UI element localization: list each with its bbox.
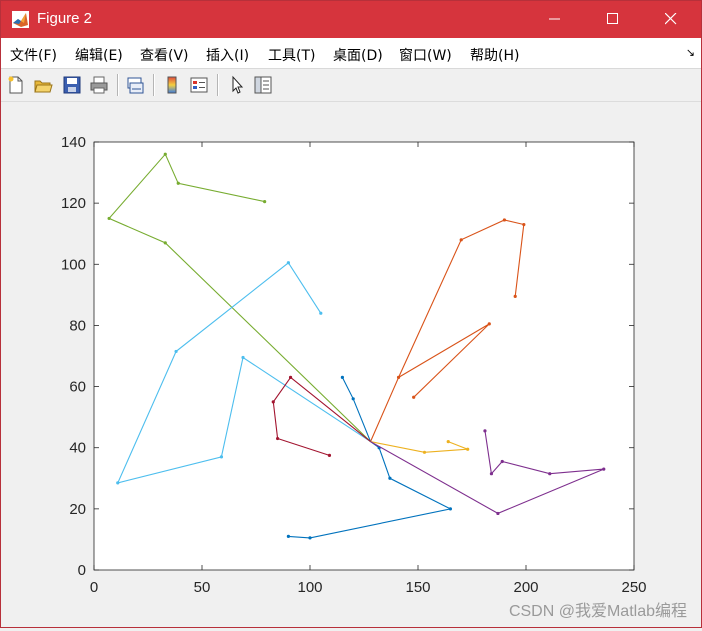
series-point (483, 429, 487, 433)
y-tick-label: 100 (61, 256, 86, 273)
figure-window: Figure 2 文件(F) 编辑(E) 查看(V) 插入(I) 工具(T) 桌… (0, 0, 702, 628)
axes-box (93, 141, 635, 571)
x-tick-label: 250 (621, 579, 646, 596)
menu-tools[interactable]: 工具(T) (268, 45, 315, 65)
y-tick-label: 20 (69, 501, 86, 518)
figure-canvas: 0 50 100 150 200 250 0 20 40 60 80 100 120 140 CSDN @我… (1, 102, 701, 627)
series-point (548, 472, 552, 476)
series-point (163, 241, 167, 245)
y-tick-label: 80 (69, 317, 86, 334)
y-tick-label: 0 (78, 562, 86, 579)
series-point (602, 467, 606, 471)
series-point (340, 375, 344, 379)
close-button[interactable] (644, 1, 698, 38)
series-point (288, 375, 293, 379)
series-point (286, 261, 290, 265)
series-point (522, 222, 526, 227)
toolbar-separator (217, 74, 219, 96)
open-file-icon[interactable] (31, 73, 55, 97)
minimize-icon (549, 10, 561, 29)
menu-bar: 文件(F) 编辑(E) 查看(V) 插入(I) 工具(T) 桌面(D) 窗口(W… (1, 38, 701, 69)
colorbar-icon[interactable] (160, 73, 184, 97)
series-point (422, 450, 427, 454)
series-point (500, 459, 504, 464)
link-plot-icon[interactable] (123, 73, 147, 97)
menu-edit[interactable]: 编辑(E) (75, 45, 123, 65)
series-point (271, 400, 275, 404)
pointer-icon[interactable] (225, 73, 249, 97)
y-tick-label: 120 (61, 195, 86, 212)
menu-insert[interactable]: 插入(I) (206, 45, 249, 65)
toolbar-separator (117, 74, 119, 96)
line-plot: 0 50 100 150 200 250 0 20 40 60 80 100 120 140 CSDN @我… (61, 134, 687, 620)
series-point (163, 152, 167, 156)
series-point (319, 311, 323, 315)
series-point (286, 534, 290, 538)
series-point (513, 294, 517, 298)
dock-arrow-icon[interactable]: ↘ (686, 46, 695, 59)
watermark-text: CSDN @我爱Matlab编程 (509, 602, 687, 620)
window-title: Figure 2 (37, 10, 93, 27)
property-editor-icon[interactable] (251, 73, 275, 97)
maximize-button[interactable] (586, 1, 640, 38)
series-point (263, 200, 267, 204)
series-point (276, 436, 280, 441)
series-point (496, 511, 500, 516)
matlab-logo-icon (12, 11, 29, 28)
menu-window[interactable]: 窗口(W) (399, 45, 452, 65)
series-point (502, 218, 506, 222)
x-tick-label: 0 (90, 579, 98, 596)
series-point (351, 397, 355, 401)
series-point (466, 447, 470, 451)
x-tick-label: 150 (405, 579, 430, 596)
y-tick-label: 60 (69, 379, 86, 396)
series-point (412, 395, 416, 399)
x-tick-label: 100 (297, 579, 322, 596)
menu-help[interactable]: 帮助(H) (470, 45, 519, 65)
menu-view[interactable]: 查看(V) (140, 45, 189, 65)
series-point (446, 440, 450, 444)
y-tick-label: 40 (69, 440, 86, 457)
minimize-button[interactable] (528, 1, 582, 38)
print-icon[interactable] (87, 73, 111, 97)
new-figure-icon[interactable] (4, 73, 28, 97)
title-bar[interactable]: Figure 2 (1, 1, 701, 38)
y-tick-label: 140 (61, 134, 86, 151)
series-point (107, 216, 111, 221)
series-point (174, 349, 178, 354)
series-point (388, 476, 392, 480)
series-point (327, 453, 332, 457)
series-point (459, 238, 463, 242)
series-point (448, 507, 452, 511)
figure-toolbar (1, 69, 701, 102)
series-point (241, 355, 245, 360)
legend-icon[interactable] (187, 73, 211, 97)
close-icon (664, 10, 677, 29)
maximize-icon (607, 10, 619, 29)
x-tick-label: 50 (194, 579, 211, 596)
series-point (219, 455, 224, 459)
series-point (176, 181, 180, 185)
save-icon[interactable] (60, 73, 84, 97)
series-point (489, 472, 494, 476)
toolbar-separator (153, 74, 155, 96)
x-tick-label: 200 (513, 579, 538, 596)
series-point (116, 481, 120, 485)
series-point (308, 536, 312, 540)
menu-file[interactable]: 文件(F) (10, 45, 57, 65)
series-point (487, 322, 491, 326)
menu-desktop[interactable]: 桌面(D) (333, 45, 383, 65)
